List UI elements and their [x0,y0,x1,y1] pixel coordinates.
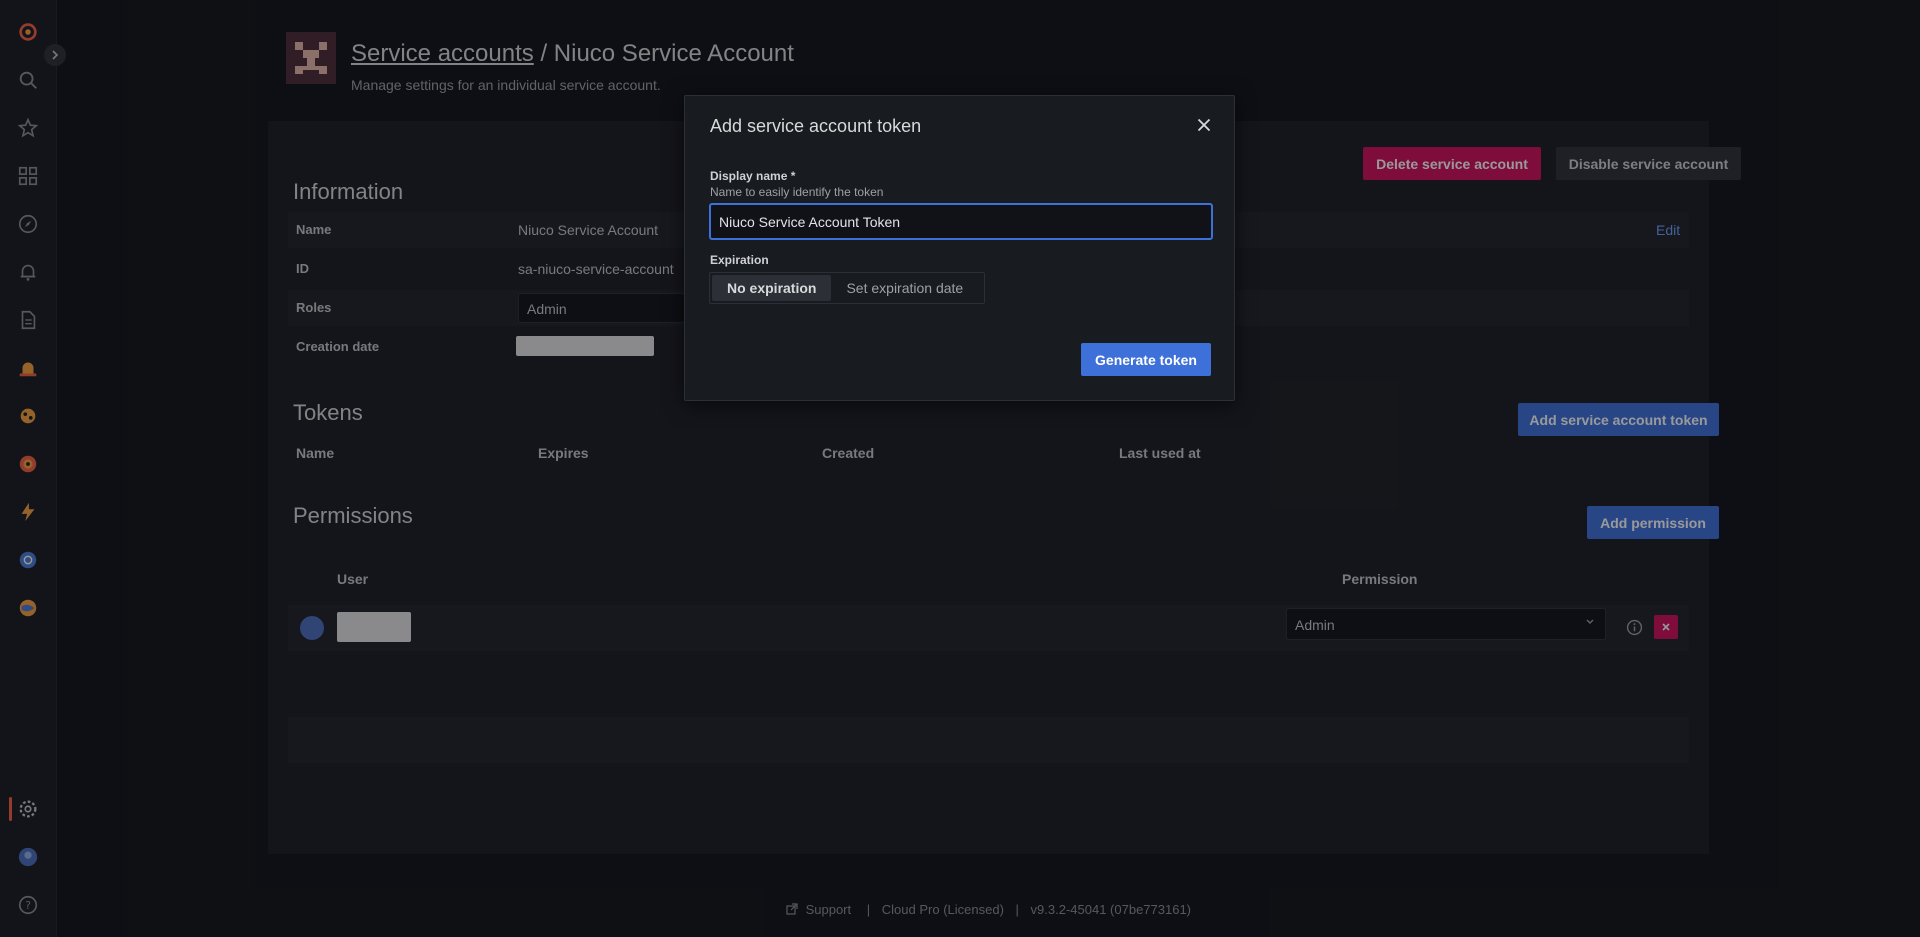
close-icon [1197,118,1211,132]
display-name-description: Name to easily identify the token [710,185,884,199]
generate-token-button[interactable]: Generate token [1081,343,1211,376]
display-name-label: Display name * [710,169,796,183]
display-name-input[interactable] [709,203,1213,240]
modal-title: Add service account token [710,116,922,136]
close-modal-button[interactable] [1192,113,1216,137]
set-expiration-date-option[interactable]: Set expiration date [831,275,978,301]
expiration-radio-group: No expiration Set expiration date [709,272,985,304]
add-token-modal: Add service account token Display name *… [684,95,1235,401]
expiration-label: Expiration [710,253,769,267]
no-expiration-option[interactable]: No expiration [712,275,832,301]
